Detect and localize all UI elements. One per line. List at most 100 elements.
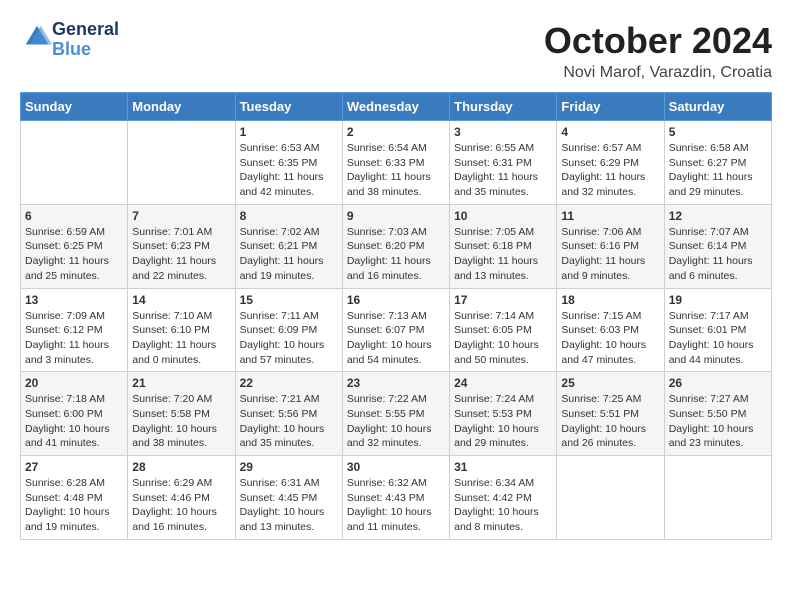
- day-sunrise: Sunrise: 7:11 AM: [240, 310, 319, 322]
- day-sunrise: Sunrise: 7:22 AM: [347, 393, 427, 405]
- day-daylight: Daylight: 11 hours and 29 minutes.: [669, 171, 753, 198]
- day-daylight: Daylight: 11 hours and 22 minutes.: [132, 255, 216, 282]
- calendar-cell: 18 Sunrise: 7:15 AM Sunset: 6:03 PM Dayl…: [557, 288, 664, 372]
- calendar-cell: 5 Sunrise: 6:58 AM Sunset: 6:27 PM Dayli…: [664, 121, 771, 205]
- calendar-cell: 23 Sunrise: 7:22 AM Sunset: 5:55 PM Dayl…: [342, 372, 449, 456]
- day-daylight: Daylight: 10 hours and 38 minutes.: [132, 423, 217, 450]
- day-sunset: Sunset: 6:33 PM: [347, 157, 425, 169]
- calendar-cell: 19 Sunrise: 7:17 AM Sunset: 6:01 PM Dayl…: [664, 288, 771, 372]
- day-daylight: Daylight: 10 hours and 47 minutes.: [561, 339, 646, 366]
- weekday-header-saturday: Saturday: [664, 93, 771, 121]
- calendar-cell: 6 Sunrise: 6:59 AM Sunset: 6:25 PM Dayli…: [21, 204, 128, 288]
- day-sunset: Sunset: 4:48 PM: [25, 492, 103, 504]
- day-sunrise: Sunrise: 7:14 AM: [454, 310, 534, 322]
- day-sunrise: Sunrise: 7:15 AM: [561, 310, 641, 322]
- day-sunset: Sunset: 4:45 PM: [240, 492, 318, 504]
- calendar-cell: 28 Sunrise: 6:29 AM Sunset: 4:46 PM Dayl…: [128, 456, 235, 540]
- day-daylight: Daylight: 10 hours and 19 minutes.: [25, 506, 110, 533]
- calendar-cell: 25 Sunrise: 7:25 AM Sunset: 5:51 PM Dayl…: [557, 372, 664, 456]
- day-sunset: Sunset: 6:14 PM: [669, 240, 747, 252]
- day-number: 4: [561, 125, 659, 139]
- calendar-week-4: 20 Sunrise: 7:18 AM Sunset: 6:00 PM Dayl…: [21, 372, 772, 456]
- calendar-cell: 21 Sunrise: 7:20 AM Sunset: 5:58 PM Dayl…: [128, 372, 235, 456]
- day-daylight: Daylight: 10 hours and 29 minutes.: [454, 423, 539, 450]
- day-sunrise: Sunrise: 7:13 AM: [347, 310, 427, 322]
- day-number: 27: [25, 460, 123, 474]
- calendar-cell: 27 Sunrise: 6:28 AM Sunset: 4:48 PM Dayl…: [21, 456, 128, 540]
- day-daylight: Daylight: 11 hours and 16 minutes.: [347, 255, 431, 282]
- day-sunrise: Sunrise: 7:21 AM: [240, 393, 320, 405]
- day-daylight: Daylight: 10 hours and 11 minutes.: [347, 506, 432, 533]
- calendar-cell: 1 Sunrise: 6:53 AM Sunset: 6:35 PM Dayli…: [235, 121, 342, 205]
- day-sunrise: Sunrise: 7:07 AM: [669, 226, 749, 238]
- day-daylight: Daylight: 11 hours and 25 minutes.: [25, 255, 109, 282]
- day-sunrise: Sunrise: 7:02 AM: [240, 226, 320, 238]
- day-number: 22: [240, 376, 338, 390]
- day-sunrise: Sunrise: 6:54 AM: [347, 142, 427, 154]
- day-number: 21: [132, 376, 230, 390]
- day-sunrise: Sunrise: 7:05 AM: [454, 226, 534, 238]
- calendar-cell: 30 Sunrise: 6:32 AM Sunset: 4:43 PM Dayl…: [342, 456, 449, 540]
- calendar-cell: 4 Sunrise: 6:57 AM Sunset: 6:29 PM Dayli…: [557, 121, 664, 205]
- day-sunset: Sunset: 6:31 PM: [454, 157, 532, 169]
- day-daylight: Daylight: 10 hours and 50 minutes.: [454, 339, 539, 366]
- day-sunrise: Sunrise: 7:09 AM: [25, 310, 105, 322]
- day-daylight: Daylight: 11 hours and 38 minutes.: [347, 171, 431, 198]
- location-title: Novi Marof, Varazdin, Croatia: [544, 64, 772, 82]
- calendar-cell: 15 Sunrise: 7:11 AM Sunset: 6:09 PM Dayl…: [235, 288, 342, 372]
- day-daylight: Daylight: 11 hours and 13 minutes.: [454, 255, 538, 282]
- page-header: General Blue October 2024 Novi Marof, Va…: [20, 20, 772, 82]
- day-sunset: Sunset: 6:25 PM: [25, 240, 103, 252]
- day-sunset: Sunset: 6:20 PM: [347, 240, 425, 252]
- weekday-header-tuesday: Tuesday: [235, 93, 342, 121]
- day-number: 28: [132, 460, 230, 474]
- day-number: 15: [240, 293, 338, 307]
- day-sunrise: Sunrise: 6:59 AM: [25, 226, 105, 238]
- day-number: 14: [132, 293, 230, 307]
- day-sunset: Sunset: 6:35 PM: [240, 157, 318, 169]
- day-number: 29: [240, 460, 338, 474]
- day-sunrise: Sunrise: 6:57 AM: [561, 142, 641, 154]
- calendar-cell: 26 Sunrise: 7:27 AM Sunset: 5:50 PM Dayl…: [664, 372, 771, 456]
- day-number: 8: [240, 209, 338, 223]
- day-sunset: Sunset: 6:18 PM: [454, 240, 532, 252]
- day-sunset: Sunset: 6:27 PM: [669, 157, 747, 169]
- logo-icon: [22, 22, 52, 52]
- calendar-cell: 9 Sunrise: 7:03 AM Sunset: 6:20 PM Dayli…: [342, 204, 449, 288]
- day-number: 17: [454, 293, 552, 307]
- day-daylight: Daylight: 10 hours and 41 minutes.: [25, 423, 110, 450]
- calendar-cell: [21, 121, 128, 205]
- calendar-cell: 8 Sunrise: 7:02 AM Sunset: 6:21 PM Dayli…: [235, 204, 342, 288]
- day-number: 24: [454, 376, 552, 390]
- calendar-cell: 11 Sunrise: 7:06 AM Sunset: 6:16 PM Dayl…: [557, 204, 664, 288]
- title-block: October 2024 Novi Marof, Varazdin, Croat…: [544, 20, 772, 82]
- calendar-cell: 22 Sunrise: 7:21 AM Sunset: 5:56 PM Dayl…: [235, 372, 342, 456]
- day-sunset: Sunset: 6:12 PM: [25, 324, 103, 336]
- day-daylight: Daylight: 10 hours and 57 minutes.: [240, 339, 325, 366]
- calendar-cell: 20 Sunrise: 7:18 AM Sunset: 6:00 PM Dayl…: [21, 372, 128, 456]
- day-number: 18: [561, 293, 659, 307]
- day-daylight: Daylight: 11 hours and 35 minutes.: [454, 171, 538, 198]
- calendar-cell: [128, 121, 235, 205]
- day-sunset: Sunset: 6:21 PM: [240, 240, 318, 252]
- day-sunset: Sunset: 6:03 PM: [561, 324, 639, 336]
- calendar-cell: 17 Sunrise: 7:14 AM Sunset: 6:05 PM Dayl…: [450, 288, 557, 372]
- day-sunset: Sunset: 4:46 PM: [132, 492, 210, 504]
- logo-text: General Blue: [52, 20, 119, 60]
- day-daylight: Daylight: 10 hours and 8 minutes.: [454, 506, 539, 533]
- calendar-cell: 13 Sunrise: 7:09 AM Sunset: 6:12 PM Dayl…: [21, 288, 128, 372]
- day-sunset: Sunset: 5:51 PM: [561, 408, 639, 420]
- day-sunrise: Sunrise: 7:25 AM: [561, 393, 641, 405]
- day-sunrise: Sunrise: 7:18 AM: [25, 393, 105, 405]
- day-number: 2: [347, 125, 445, 139]
- day-sunrise: Sunrise: 6:28 AM: [25, 477, 105, 489]
- day-daylight: Daylight: 10 hours and 32 minutes.: [347, 423, 432, 450]
- day-sunset: Sunset: 6:16 PM: [561, 240, 639, 252]
- day-number: 31: [454, 460, 552, 474]
- calendar-cell: 12 Sunrise: 7:07 AM Sunset: 6:14 PM Dayl…: [664, 204, 771, 288]
- month-title: October 2024: [544, 20, 772, 62]
- day-daylight: Daylight: 11 hours and 0 minutes.: [132, 339, 216, 366]
- calendar-cell: 16 Sunrise: 7:13 AM Sunset: 6:07 PM Dayl…: [342, 288, 449, 372]
- day-sunrise: Sunrise: 7:20 AM: [132, 393, 212, 405]
- calendar-cell: [557, 456, 664, 540]
